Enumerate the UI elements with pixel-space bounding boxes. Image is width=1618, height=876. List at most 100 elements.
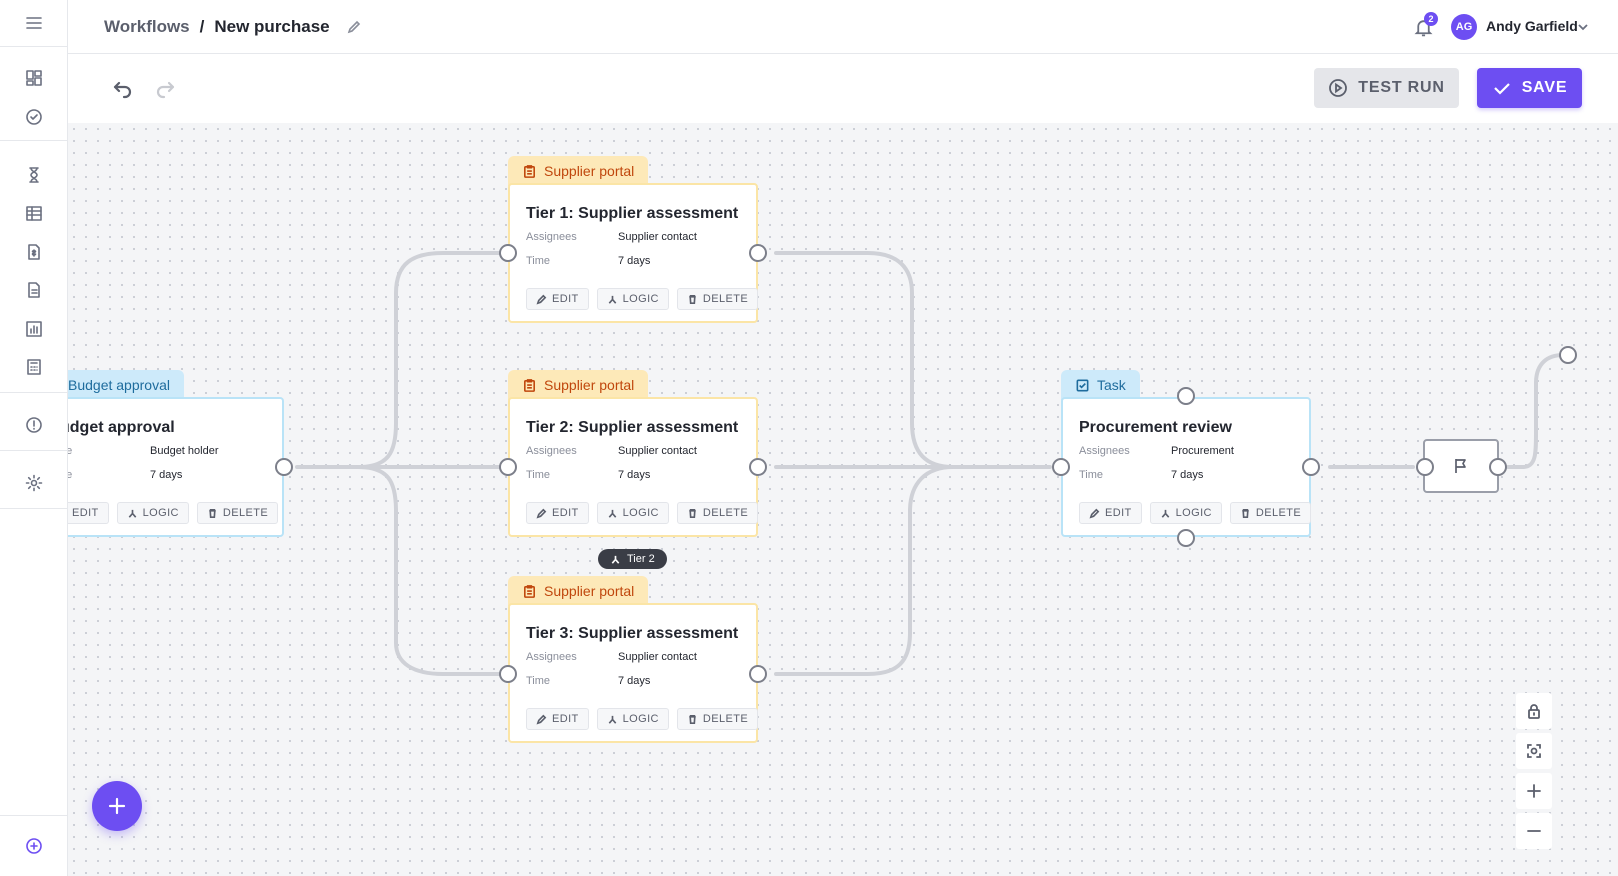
fit-view-button[interactable] (1516, 733, 1552, 769)
node-tag-label: Task (1097, 377, 1126, 393)
chevron-down-icon[interactable] (1576, 20, 1590, 34)
sidebar-divider (0, 392, 68, 393)
port-procurement-bottom[interactable] (1177, 529, 1195, 547)
add-node-button[interactable] (92, 781, 142, 831)
hourglass-icon[interactable] (0, 155, 68, 195)
zoom-out-button[interactable] (1516, 813, 1552, 849)
test-run-button[interactable]: TEST RUN (1314, 68, 1459, 108)
undo-button[interactable] (104, 72, 140, 108)
node-tier1[interactable]: Supplier portal Tier 1: Supplier assessm… (508, 156, 759, 326)
lock-icon (1528, 704, 1540, 719)
delete-button[interactable]: DELETE (196, 502, 279, 524)
edge-condition-label: Tier 2 (627, 553, 655, 565)
breadcrumb-workflows[interactable]: Workflows (104, 17, 190, 37)
node-tag-label: Budget approval (68, 377, 170, 393)
port-procurement-out[interactable] (1302, 458, 1320, 476)
port-tier1-out[interactable] (749, 244, 767, 262)
delete-label: DELETE (222, 507, 269, 519)
node-row-label: Assignees (526, 651, 577, 663)
calculator-icon[interactable] (0, 347, 68, 387)
redo-button[interactable] (148, 72, 184, 108)
port-next-in[interactable] (1559, 346, 1577, 364)
trash-icon (689, 508, 696, 518)
node-tag: Supplier portal (508, 370, 649, 400)
node-tier2[interactable]: Supplier portal Tier 2: Supplier assessm… (508, 370, 759, 540)
port-tier3-in[interactable] (499, 665, 517, 683)
node-actions: EDIT LOGIC DELETE (1079, 502, 1312, 524)
port-tier2-in[interactable] (499, 458, 517, 476)
avatar[interactable]: AG (1451, 14, 1477, 40)
node-card: Tier 2: Supplier assessment Assignees Su… (508, 397, 759, 537)
logic-button[interactable]: LOGIC (596, 708, 669, 730)
save-button[interactable]: SAVE (1477, 68, 1582, 108)
alert-icon[interactable] (0, 405, 68, 445)
logic-button[interactable]: LOGIC (116, 502, 189, 524)
toolbar: TEST RUN SAVE (76, 54, 1618, 123)
edit-button[interactable]: EDIT (526, 502, 589, 524)
edit-label: EDIT (1105, 507, 1132, 519)
node-title: udget approval (68, 419, 175, 436)
port-procurement-top[interactable] (1177, 387, 1195, 405)
add-circle-icon[interactable] (0, 826, 68, 866)
zoom-in-button[interactable] (1516, 773, 1552, 809)
logic-button[interactable]: LOGIC (1149, 502, 1222, 524)
logic-label: LOGIC (622, 293, 659, 305)
edge-to-tier1 (356, 251, 502, 469)
chart-icon[interactable] (0, 309, 68, 349)
delete-button[interactable]: DELETE (676, 502, 759, 524)
node-card: Tier 3: Supplier assessment Assignees Su… (508, 603, 759, 743)
node-row-label: Time (526, 255, 551, 267)
port-tier3-out[interactable] (749, 665, 767, 683)
plus-icon (108, 797, 126, 815)
edit-button[interactable]: EDIT (526, 288, 589, 310)
logic-button[interactable]: LOGIC (596, 502, 669, 524)
play-icon (1329, 79, 1348, 97)
trash-icon (1242, 508, 1249, 518)
check-circle-icon[interactable] (0, 97, 68, 137)
delete-button[interactable]: DELETE (676, 708, 759, 730)
edit-button[interactable]: EDIT (1079, 502, 1142, 524)
port-end-in[interactable] (1416, 458, 1434, 476)
edge-tier1-merge (774, 251, 955, 469)
pencil-icon[interactable] (346, 19, 362, 35)
delete-button[interactable]: DELETE (1229, 502, 1312, 524)
invoice-icon[interactable] (0, 232, 68, 272)
node-row-value: 7 days (150, 469, 183, 481)
port-procurement-in[interactable] (1052, 458, 1070, 476)
logic-button[interactable]: LOGIC (596, 288, 669, 310)
document-icon[interactable] (0, 270, 68, 310)
gear-icon[interactable] (0, 463, 68, 503)
trash-icon (689, 294, 696, 304)
port-budget-out[interactable] (275, 458, 293, 476)
node-row-value: 7 days (1171, 469, 1204, 481)
lock-button[interactable] (1516, 693, 1552, 729)
node-tier3[interactable]: Supplier portal Tier 3: Supplier assessm… (508, 576, 759, 746)
port-tier1-in[interactable] (499, 244, 517, 262)
edit-label: EDIT (552, 507, 579, 519)
dashboard-icon[interactable] (0, 58, 68, 98)
notifications-button[interactable]: 2 (1410, 12, 1438, 40)
task-check-icon (1076, 379, 1089, 391)
port-tier2-out[interactable] (749, 458, 767, 476)
building-icon[interactable] (0, 193, 68, 233)
breadcrumb-separator: / (199, 17, 205, 36)
delete-label: DELETE (702, 507, 749, 519)
workflow-canvas[interactable]: Budget approval udget approval pe Budget… (68, 123, 1618, 876)
delete-label: DELETE (702, 713, 749, 725)
node-tag-label: Supplier portal (544, 377, 635, 393)
user-name[interactable]: Andy Garfield (1486, 18, 1578, 34)
edge-condition-badge[interactable]: Tier 2 (598, 549, 667, 569)
node-row-value: 7 days (618, 255, 651, 267)
end-node[interactable] (1423, 439, 1499, 493)
fit-view-icon (1527, 744, 1541, 758)
node-row-label: Assignees (1079, 445, 1130, 457)
edit-button[interactable]: EDIT (526, 708, 589, 730)
workflow-edges (295, 251, 1565, 676)
node-row-value: Procurement (1171, 445, 1234, 457)
port-end-out[interactable] (1489, 458, 1507, 476)
delete-button[interactable]: DELETE (676, 288, 759, 310)
edit-button[interactable]: EDIT (68, 502, 109, 524)
node-budget-approval[interactable]: Budget approval udget approval pe Budget… (68, 370, 290, 540)
menu-icon[interactable] (0, 3, 68, 43)
node-title: Procurement review (1079, 419, 1232, 436)
